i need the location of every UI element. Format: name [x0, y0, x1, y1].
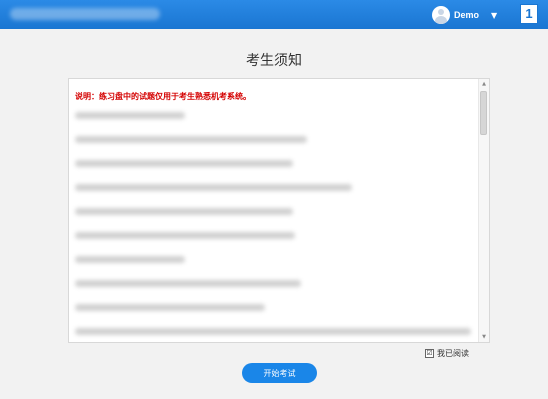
blurred-text-line [75, 136, 307, 143]
blurred-text-line [75, 328, 471, 335]
blurred-text-line [75, 184, 352, 191]
user-name: Demo [454, 10, 480, 20]
notice-intro: 说明：练习盘中的试题仅用于考生熟悉机考系统。 [75, 92, 251, 101]
blurred-text-line [75, 160, 293, 167]
page-title: 考生须知 [246, 53, 302, 69]
blurred-text-line [75, 208, 293, 215]
exam-notice-page: Demo ▼ 1 考生须知 说明：练习盘中的试题仅用于考生熟悉机考系统。 ▲ ▼ [0, 0, 548, 399]
blurred-text-line [75, 232, 295, 239]
brand-logo [10, 8, 160, 20]
page-number-badge[interactable]: 1 [520, 4, 538, 24]
blurred-text-line [75, 280, 301, 287]
notice-box[interactable]: 说明：练习盘中的试题仅用于考生熟悉机考系统。 ▲ ▼ [68, 78, 490, 343]
read-confirm[interactable]: ☑ 我已阅读 [425, 348, 469, 359]
start-exam-button[interactable]: 开始考试 [242, 363, 317, 383]
top-bar: Demo ▼ 1 [0, 0, 548, 29]
blurred-text-line [75, 304, 265, 311]
avatar-icon [432, 6, 450, 24]
blurred-text-line [75, 256, 185, 263]
read-checkbox-label: 我已阅读 [437, 349, 469, 358]
scroll-up-icon[interactable]: ▲ [480, 80, 488, 88]
notice-content: 说明：练习盘中的试题仅用于考生熟悉机考系统。 [75, 91, 477, 342]
blurred-text-line [75, 112, 185, 119]
read-checkbox[interactable]: ☑ [425, 349, 434, 358]
scroll-down-icon[interactable]: ▼ [480, 333, 488, 341]
user-menu[interactable]: Demo ▼ [432, 6, 497, 24]
chevron-down-icon: ▼ [491, 10, 498, 20]
scrollbar-thumb[interactable] [480, 91, 487, 135]
scrollbar[interactable]: ▲ ▼ [478, 79, 489, 342]
